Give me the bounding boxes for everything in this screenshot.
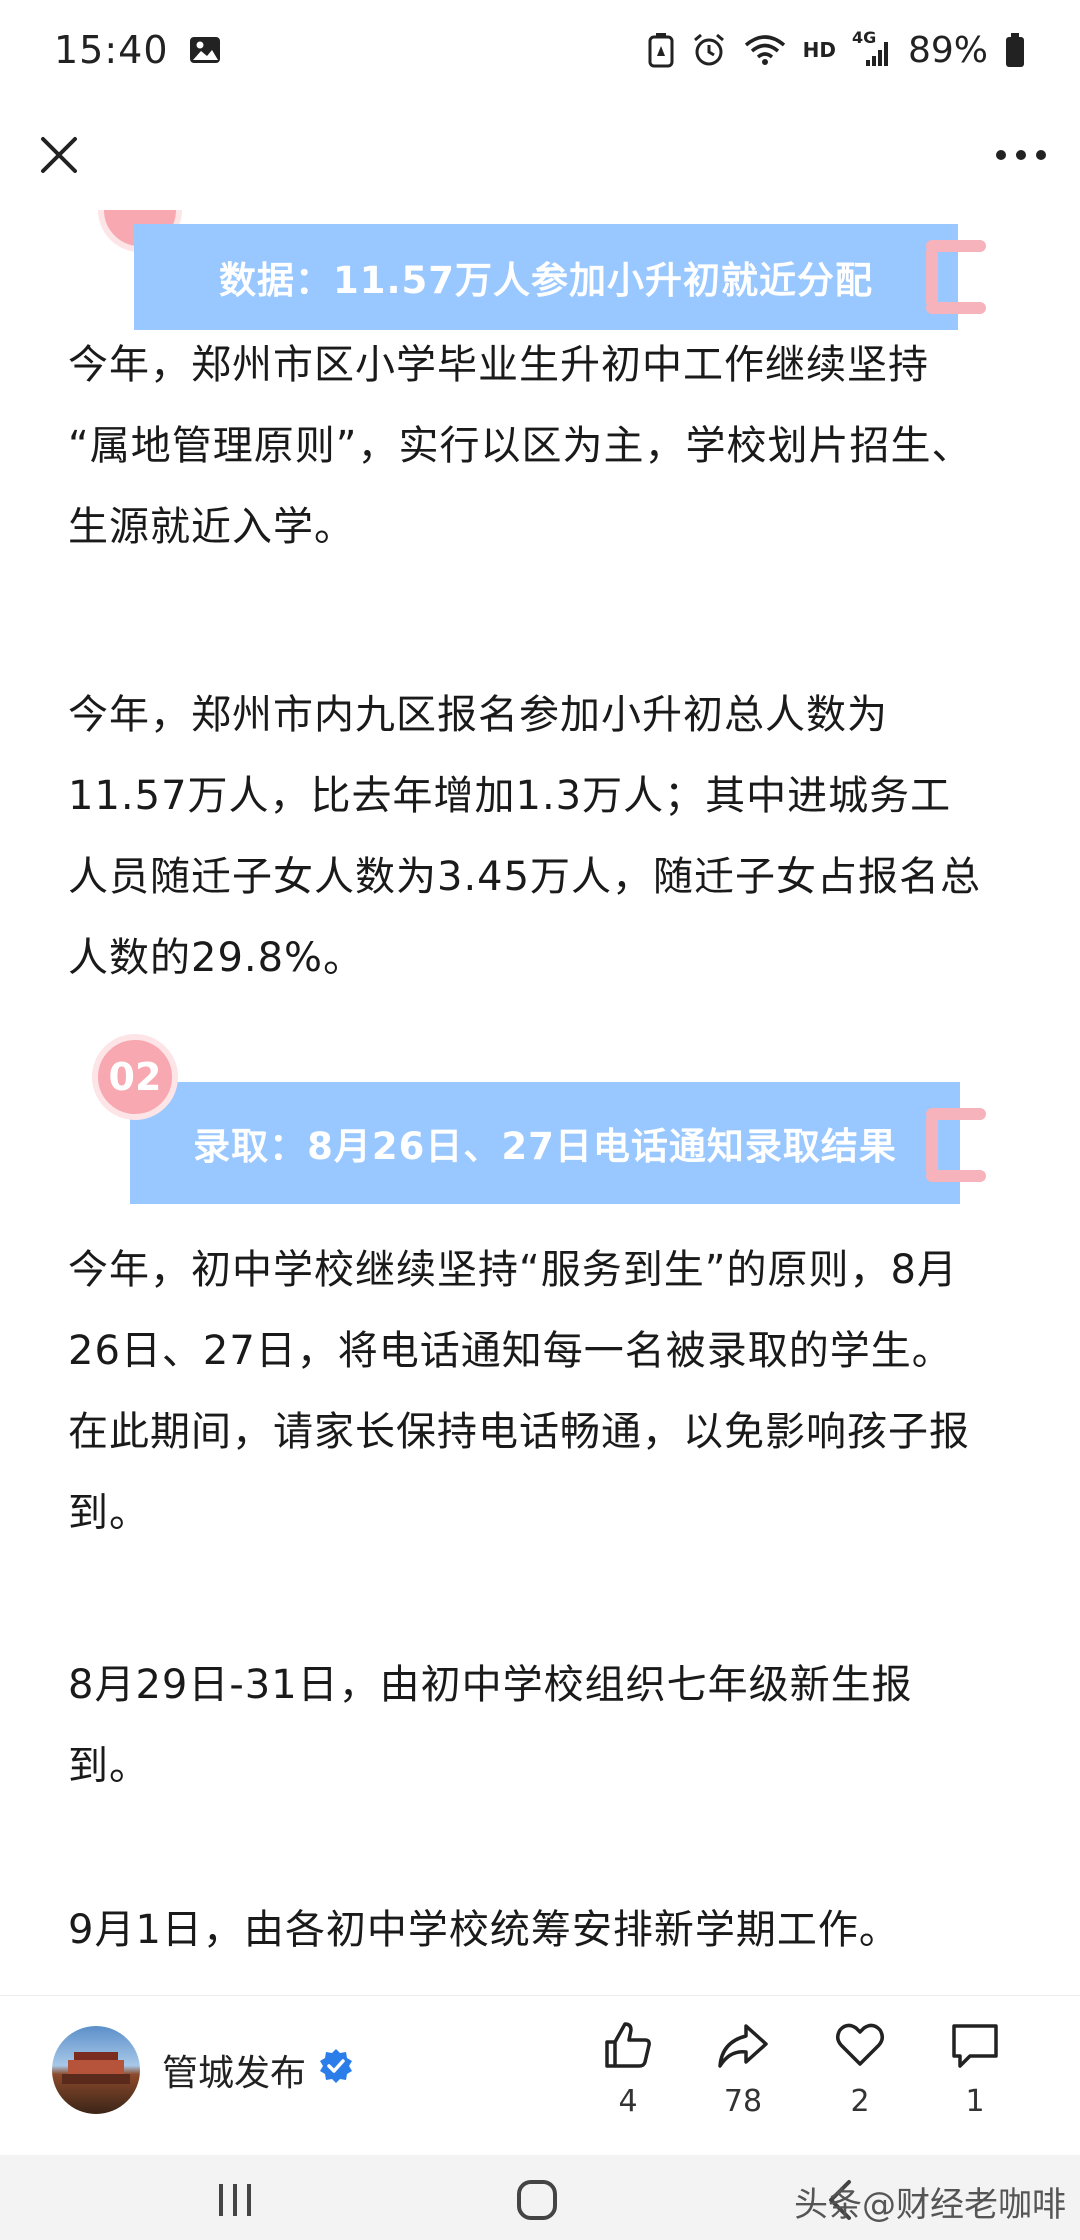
banner-decoration [926, 1114, 938, 1176]
battery-percent: 89% [907, 29, 988, 71]
paragraph-line: 人数的29.8%。 [68, 935, 365, 981]
system-nav-bar: 头条@财经老咖啡 [0, 2155, 1080, 2240]
heart-icon [836, 2023, 884, 2066]
home-icon [517, 2180, 557, 2220]
paragraph-line: 到。 [68, 1743, 150, 1789]
paragraph-line: 11.57万人，比去年增加1.3万人；其中进城务工 [68, 773, 952, 819]
paragraph-line: 今年，初中学校继续坚持“服务到生”的原则，8月 [68, 1247, 958, 1293]
section-title-box: 录取：8月26日、27日电话通知录取结果 [130, 1082, 960, 1204]
paragraph: 今年，郑州市区小学毕业生升初中工作继续坚持 “属地管理原则”，实行以区为主，学校… [68, 325, 1018, 568]
gallery-icon [189, 35, 221, 65]
thumbs-up-icon [605, 2022, 651, 2068]
paragraph: 9月1日，由各初中学校统筹安排新学期工作。 [68, 1890, 1018, 1971]
paragraph-line: 今年，郑州市区小学毕业生升初中工作继续坚持 [68, 342, 929, 388]
banner-decoration [926, 302, 986, 314]
section-banner-1: 数据：11.57万人参加小升初就近分配 [0, 210, 1080, 330]
share-button[interactable]: 78 [698, 2018, 788, 2138]
paragraph: 8月29日-31日，由初中学校组织七年级新生报 到。 [68, 1645, 1018, 1807]
section-number-badge: 02 [92, 1034, 178, 1120]
avatar-image [62, 2052, 130, 2084]
favorite-count: 2 [850, 2084, 870, 2119]
verified-badge-icon [320, 2049, 352, 2083]
paragraph-line: 26日、27日，将电话通知每一名被录取的学生。 [68, 1328, 953, 1374]
comment-icon [952, 2024, 998, 2068]
section-banner-2: 录取：8月26日、27日电话通知录取结果 02 [0, 1032, 1080, 1204]
share-count: 78 [723, 2084, 763, 2119]
article-screen: 15:40 HD 4G 89% 数据：11.57万人参加小升初就近分配 今年，郑… [0, 0, 1080, 2240]
author-name[interactable]: 管城发布 [162, 2044, 306, 2096]
share-icon [718, 2024, 768, 2068]
paragraph-line: 今年，郑州市内九区报名参加小升初总人数为 [68, 692, 888, 738]
paragraph-line: 8月29日-31日，由初中学校组织七年级新生报 [68, 1662, 913, 1708]
top-bar [0, 100, 1080, 210]
footer-action-bar: 管城发布 4 78 2 1 [0, 1995, 1080, 2155]
close-icon [41, 137, 77, 173]
paragraph-line: 生源就近入学。 [68, 504, 355, 550]
paragraph: 今年，初中学校继续坚持“服务到生”的原则，8月 26日、27日，将电话通知每一名… [68, 1230, 1018, 1554]
home-button[interactable] [492, 2165, 582, 2235]
author-avatar[interactable] [52, 2026, 140, 2114]
paragraph: 今年，郑州市内九区报名参加小升初总人数为 11.57万人，比去年增加1.3万人；… [68, 675, 1018, 999]
signal-icon: 4G [851, 28, 892, 68]
status-bar: 15:40 HD 4G 89% [0, 0, 1080, 100]
close-button[interactable] [26, 122, 92, 188]
comment-count: 1 [965, 2084, 985, 2119]
recent-apps-icon [219, 2184, 251, 2216]
section-title: 录取：8月26日、27日电话通知录取结果 [193, 1125, 897, 1168]
paragraph-line: 到。 [68, 1490, 150, 1536]
favorite-button[interactable]: 2 [815, 2018, 905, 2138]
wifi-icon [743, 33, 787, 67]
paragraph-line: 人员随迁子女人数为3.45万人，随迁子女占报名总 [68, 854, 982, 900]
like-count: 4 [618, 2084, 638, 2119]
section-number: 02 [108, 1055, 162, 1099]
article-content[interactable]: 数据：11.57万人参加小升初就近分配 今年，郑州市区小学毕业生升初中工作继续坚… [0, 210, 1080, 1995]
battery-saver-icon [647, 32, 675, 68]
watermark: 头条@财经老咖啡 [794, 2185, 1066, 2225]
section-title-box: 数据：11.57万人参加小升初就近分配 [134, 224, 958, 330]
banner-decoration [926, 1170, 986, 1182]
like-button[interactable]: 4 [583, 2018, 673, 2138]
paragraph-line: “属地管理原则”，实行以区为主，学校划片招生、 [68, 423, 973, 469]
status-left: 15:40 [54, 28, 221, 72]
battery-icon [1004, 32, 1026, 68]
more-icon [996, 150, 1046, 160]
banner-decoration [926, 246, 938, 308]
alarm-icon [691, 32, 727, 68]
recent-apps-button[interactable] [190, 2165, 280, 2235]
hd-indicator: HD [802, 38, 836, 62]
more-button[interactable] [988, 122, 1054, 188]
section-title: 数据：11.57万人参加小升初就近分配 [218, 259, 874, 302]
paragraph-line: 9月1日，由各初中学校统筹安排新学期工作。 [68, 1907, 900, 1953]
network-type: 4G [851, 28, 877, 47]
status-time: 15:40 [54, 28, 169, 72]
status-right: HD 4G 89% [647, 30, 1026, 71]
paragraph-line: 在此期间，请家长保持电话畅通，以免影响孩子报 [68, 1409, 970, 1455]
comment-button[interactable]: 1 [930, 2018, 1020, 2138]
